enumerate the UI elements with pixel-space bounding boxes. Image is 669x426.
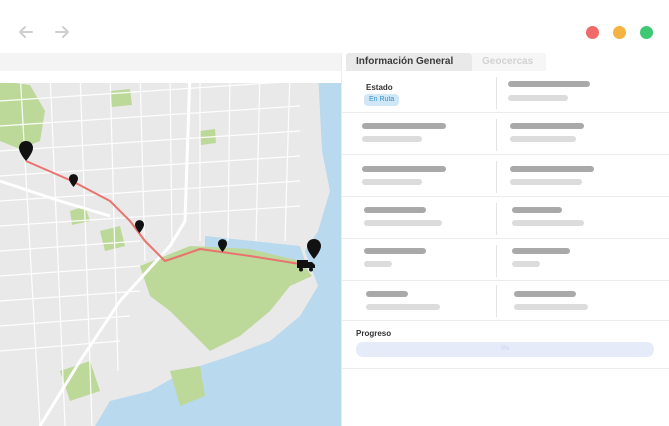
route-map[interactable]: [0, 71, 341, 426]
progress-label: Progreso: [356, 329, 392, 338]
info-row: [342, 113, 669, 155]
map-top-gap: [0, 71, 341, 83]
progress-bar: 0%: [356, 342, 654, 357]
tab-geocercas[interactable]: Geocercas: [472, 53, 546, 71]
info-row: [342, 281, 669, 321]
info-row: [342, 197, 669, 239]
info-row: [342, 155, 669, 197]
window-close-button[interactable]: [586, 26, 599, 39]
map-pin-icon[interactable]: [19, 141, 33, 161]
window-topbar: [0, 0, 669, 53]
arrow-left-icon[interactable]: [16, 22, 36, 42]
info-row: [342, 71, 669, 113]
status-badge: En Ruta: [364, 94, 400, 106]
map-pin-icon[interactable]: [69, 174, 78, 187]
status-label: Estado: [366, 83, 393, 92]
window-minimize-button[interactable]: [613, 26, 626, 39]
info-panel: Información General Geocercas Estado En …: [341, 53, 669, 426]
map-pin-icon[interactable]: [135, 220, 144, 233]
info-row: [342, 239, 669, 281]
panel-bottom-divider: [342, 368, 669, 369]
truck-icon[interactable]: [297, 259, 315, 272]
tab-bar: Información General Geocercas: [342, 53, 669, 71]
map-pin-icon[interactable]: [218, 239, 227, 252]
tab-informacion-general[interactable]: Información General: [346, 53, 472, 71]
progress-value: 0%: [500, 346, 510, 352]
map-canvas: [0, 71, 341, 426]
map-pin-icon[interactable]: [307, 239, 321, 259]
arrow-right-icon[interactable]: [52, 22, 72, 42]
window-maximize-button[interactable]: [640, 26, 653, 39]
